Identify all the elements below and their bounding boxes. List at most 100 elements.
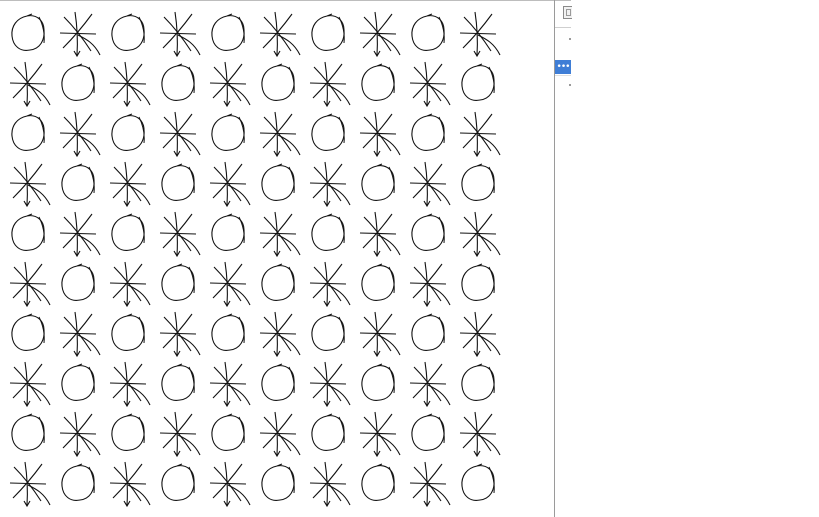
circle-doodle [11, 113, 45, 151]
star-doodle [259, 411, 301, 458]
panel-tick-mark [569, 38, 571, 40]
circle-doodle [11, 213, 45, 251]
side-panel: ••• [555, 0, 819, 517]
panel-separator [555, 27, 571, 28]
circle-doodle [461, 363, 495, 401]
circle-doodle [211, 313, 245, 351]
star-doodle [459, 211, 501, 258]
star-doodle [459, 411, 501, 458]
more-options-button[interactable]: ••• [555, 60, 571, 74]
star-doodle [409, 61, 451, 108]
circle-doodle [211, 13, 245, 51]
panel-separator-2 [555, 75, 571, 76]
circle-doodle [311, 13, 345, 51]
star-doodle [259, 11, 301, 58]
panel-top-border [555, 0, 571, 1]
star-doodle [209, 261, 251, 308]
circle-doodle [411, 13, 445, 51]
star-doodle [359, 111, 401, 158]
circle-doodle [411, 413, 445, 451]
circle-doodle [111, 213, 145, 251]
star-doodle [9, 161, 51, 208]
circle-doodle [311, 213, 345, 251]
pattern-svg [9, 11, 501, 508]
circle-doodle [61, 63, 95, 101]
star-doodle [359, 11, 401, 58]
circle-doodle [11, 313, 45, 351]
circle-doodle [161, 63, 195, 101]
star-doodle [459, 11, 501, 58]
circle-doodle [361, 63, 395, 101]
star-doodle [9, 61, 51, 108]
circle-doodle [361, 163, 395, 201]
circle-doodle [461, 63, 495, 101]
circle-doodle [11, 413, 45, 451]
star-doodle [9, 261, 51, 308]
circle-doodle [461, 163, 495, 201]
star-doodle [359, 311, 401, 358]
star-doodle [309, 361, 351, 408]
panel-tick-mark-2 [569, 84, 571, 86]
star-doodle [209, 461, 251, 508]
app-window: ••• [0, 0, 819, 517]
star-doodle [259, 311, 301, 358]
circle-doodle [161, 463, 195, 501]
circle-doodle [411, 313, 445, 351]
circle-doodle [211, 213, 245, 251]
circle-doodle [61, 363, 95, 401]
star-doodle [159, 411, 201, 458]
panel-toggle-icon[interactable] [563, 6, 572, 19]
star-doodle [209, 61, 251, 108]
star-doodle [159, 311, 201, 358]
circle-doodle [61, 263, 95, 301]
star-doodle [109, 361, 151, 408]
circle-doodle [311, 413, 345, 451]
star-doodle [409, 461, 451, 508]
star-doodle [259, 211, 301, 258]
circle-doodle [161, 363, 195, 401]
circle-doodle [111, 313, 145, 351]
star-doodle [109, 461, 151, 508]
circle-doodle [61, 463, 95, 501]
circle-doodle [411, 113, 445, 151]
star-doodle [59, 411, 101, 458]
circle-doodle [211, 413, 245, 451]
circle-doodle [261, 363, 295, 401]
star-doodle [109, 61, 151, 108]
circle-doodle [111, 413, 145, 451]
drawing-canvas[interactable] [0, 1, 554, 517]
circle-doodle [261, 163, 295, 201]
circle-doodle [111, 113, 145, 151]
circle-doodle [461, 263, 495, 301]
star-doodle [309, 161, 351, 208]
star-doodle [209, 361, 251, 408]
star-doodle [259, 111, 301, 158]
circle-doodle [461, 463, 495, 501]
star-doodle [409, 261, 451, 308]
circle-doodle [161, 263, 195, 301]
circle-doodle [311, 113, 345, 151]
circle-doodle [111, 13, 145, 51]
star-doodle [359, 411, 401, 458]
star-doodle [109, 261, 151, 308]
circle-doodle [361, 463, 395, 501]
star-doodle [59, 11, 101, 58]
star-doodle [9, 361, 51, 408]
star-doodle [59, 111, 101, 158]
circle-doodle [11, 13, 45, 51]
star-doodle [9, 461, 51, 508]
star-doodle [59, 311, 101, 358]
circle-doodle [411, 213, 445, 251]
star-doodle [159, 211, 201, 258]
star-doodle [459, 311, 501, 358]
star-doodle [159, 111, 201, 158]
star-doodle [309, 261, 351, 308]
star-doodle [59, 211, 101, 258]
star-doodle [309, 61, 351, 108]
circle-doodle [261, 63, 295, 101]
circle-doodle [161, 163, 195, 201]
star-doodle [209, 161, 251, 208]
circle-doodle [211, 113, 245, 151]
star-doodle [459, 111, 501, 158]
circle-doodle [361, 263, 395, 301]
